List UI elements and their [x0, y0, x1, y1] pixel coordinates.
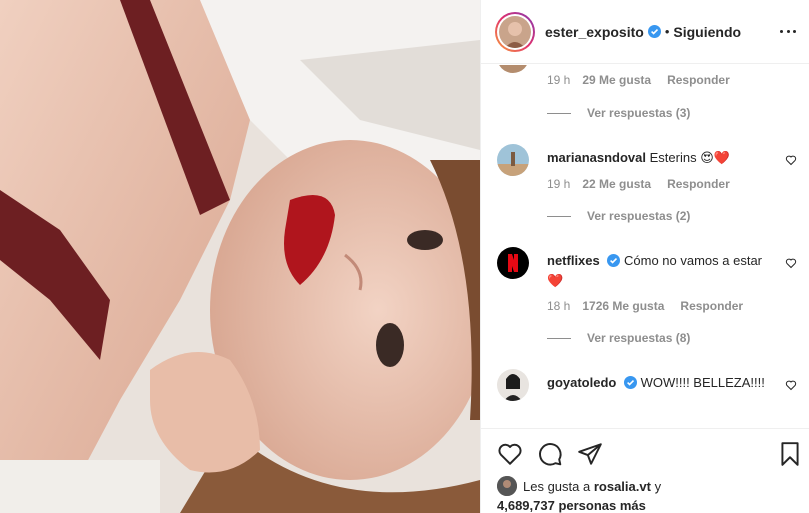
- comment-avatar[interactable]: [497, 369, 529, 401]
- comment-username[interactable]: marianasndoval: [547, 150, 646, 165]
- following-button[interactable]: Siguiendo: [673, 24, 741, 40]
- comment-likes[interactable]: 22 Me gusta: [582, 177, 651, 191]
- comment-icon[interactable]: [537, 441, 563, 467]
- post-side-panel: ester_exposito • Siguiendo 19 h 29 Me gu…: [480, 0, 809, 513]
- post-image: [0, 0, 480, 513]
- post-actions: Les gusta a rosalia.vt y 4,689,737 perso…: [481, 428, 809, 513]
- reply-button[interactable]: Responder: [667, 73, 730, 87]
- verified-icon: [623, 375, 637, 389]
- more-options-icon[interactable]: [780, 30, 796, 33]
- view-replies-label: Ver respuestas (2): [587, 209, 691, 223]
- share-icon[interactable]: [577, 441, 603, 467]
- comment-meta: 19 h 29 Me gusta Responder: [547, 73, 746, 87]
- author-avatar[interactable]: [495, 11, 535, 52]
- view-replies[interactable]: Ver respuestas (2): [547, 209, 690, 223]
- verified-icon: [607, 253, 621, 267]
- liked-by-and: y: [654, 479, 662, 494]
- comment-body: WOW!!!! BELLEZA!!!!: [640, 375, 765, 390]
- comment-time: 18 h: [547, 299, 571, 313]
- comment-avatar[interactable]: [497, 247, 529, 279]
- view-replies[interactable]: Ver respuestas (8): [547, 331, 690, 345]
- comment-text: netflixes Cómo no vamos a estar ❤️: [547, 251, 767, 291]
- comment-time: 19 h: [547, 177, 571, 191]
- comment-text: goyatoledo WOW!!!! BELLEZA!!!!: [547, 373, 767, 393]
- comment-meta: 18 h 1726 Me gusta Responder: [547, 299, 759, 313]
- like-comment-icon[interactable]: [785, 154, 797, 166]
- like-comment-icon[interactable]: [785, 379, 797, 391]
- comment-time: 19 h: [547, 73, 571, 87]
- comment-body: Esterins 😍❤️: [649, 150, 730, 165]
- separator-dot: •: [664, 24, 670, 39]
- like-icon[interactable]: [497, 441, 523, 467]
- comment-likes[interactable]: 29 Me gusta: [582, 73, 651, 87]
- view-replies-label: Ver respuestas (8): [587, 331, 691, 345]
- comment-username[interactable]: netflixes: [547, 253, 600, 268]
- verified-icon: [647, 25, 661, 38]
- comment-username[interactable]: goyatoledo: [547, 375, 616, 390]
- post-header: ester_exposito • Siguiendo: [481, 0, 809, 64]
- comment-likes[interactable]: 1726 Me gusta: [582, 299, 664, 313]
- post-photo[interactable]: [0, 0, 480, 513]
- comment-text: marianasndoval Esterins 😍❤️: [547, 148, 767, 168]
- liked-by-user[interactable]: rosalia.vt: [594, 479, 651, 494]
- reply-button[interactable]: Responder: [667, 177, 730, 191]
- comment-avatar[interactable]: [497, 144, 529, 176]
- reply-button[interactable]: Responder: [680, 299, 743, 313]
- view-replies[interactable]: Ver respuestas (3): [547, 106, 690, 120]
- save-icon[interactable]: [777, 441, 803, 467]
- comment-meta: 19 h 22 Me gusta Responder: [547, 177, 746, 191]
- liked-by: Les gusta a rosalia.vt y 4,689,737 perso…: [497, 476, 661, 513]
- view-replies-label: Ver respuestas (3): [587, 106, 691, 120]
- liked-by-prefix: Les gusta a: [523, 479, 591, 494]
- liked-by-others[interactable]: 4,689,737 personas más: [497, 498, 646, 513]
- author-username[interactable]: ester_exposito: [545, 24, 644, 40]
- comments-list[interactable]: 19 h 29 Me gusta Responder Ver respuesta…: [481, 65, 809, 428]
- comment-avatar[interactable]: [497, 65, 529, 73]
- liked-by-avatar[interactable]: [497, 476, 517, 496]
- like-comment-icon[interactable]: [785, 257, 797, 269]
